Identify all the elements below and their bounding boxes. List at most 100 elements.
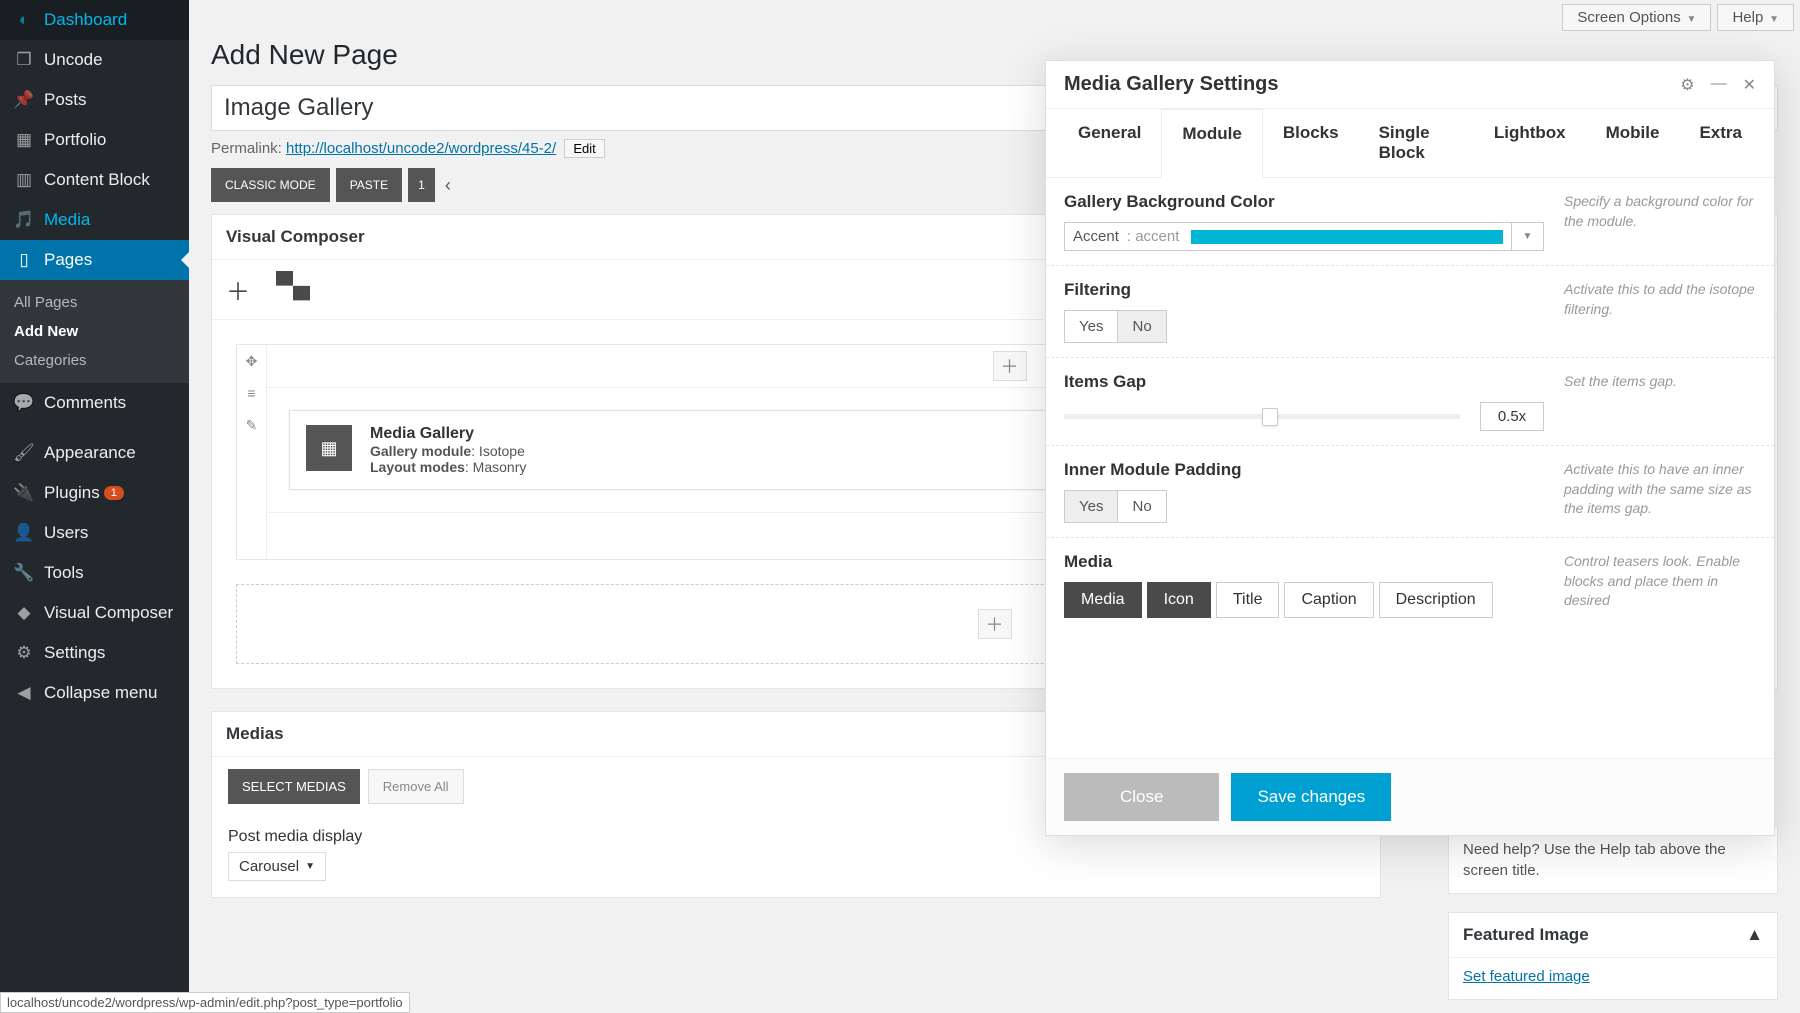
tab-lightbox[interactable]: Lightbox — [1474, 109, 1586, 177]
tab-mobile[interactable]: Mobile — [1586, 109, 1680, 177]
one-button[interactable]: 1 — [408, 168, 435, 202]
grid-block-icon: ▦ — [306, 425, 352, 471]
help-button[interactable]: Help — [1717, 4, 1794, 31]
add-element-icon[interactable]: ＋ — [226, 272, 250, 307]
sidebar-item-visualcomposer[interactable]: ◆Visual Composer — [0, 593, 189, 633]
padding-no[interactable]: No — [1117, 490, 1166, 523]
slider-thumb[interactable] — [1262, 408, 1278, 426]
tab-single-block[interactable]: Single Block — [1359, 109, 1474, 177]
sidebar-item-plugins[interactable]: 🔌Plugins1 — [0, 473, 189, 513]
vc-row-controls: ✥ ≡ ✎ — [237, 345, 267, 559]
vc-icon: ◆ — [14, 603, 34, 623]
sidebar-item-uncode[interactable]: ❒Uncode — [0, 40, 189, 80]
classic-mode-button[interactable]: CLASSIC MODE — [211, 168, 330, 202]
add-row-button[interactable]: ＋ — [978, 609, 1012, 639]
select-medias-button[interactable]: SELECT MEDIAS — [228, 769, 360, 804]
sidebar-item-settings[interactable]: ⚙Settings — [0, 633, 189, 673]
sidebar-item-pages[interactable]: ▯Pages — [0, 240, 189, 280]
layers-icon: ❒ — [14, 50, 34, 70]
pencil-icon[interactable]: ✎ — [237, 409, 266, 441]
modal-title: Media Gallery Settings — [1064, 73, 1279, 96]
add-column-button[interactable]: ＋ — [993, 351, 1027, 381]
permalink-edit-button[interactable]: Edit — [564, 139, 604, 158]
hamburger-icon[interactable]: ≡ — [237, 377, 266, 409]
tab-extra[interactable]: Extra — [1679, 109, 1762, 177]
gear-icon[interactable]: ⚙ — [1680, 75, 1694, 95]
modal-body: Gallery Background Color Accent: accent … — [1046, 178, 1774, 758]
comment-icon: 💬 — [14, 393, 34, 413]
blocks-icon: ▥ — [14, 170, 34, 190]
caret-up-icon: ▲ — [1746, 925, 1763, 945]
sidebar-submenu-pages: All Pages Add New Categories — [0, 280, 189, 383]
featured-image-header[interactable]: Featured Image▲ — [1449, 913, 1777, 958]
filtering-yes[interactable]: Yes — [1064, 310, 1118, 343]
setting-media: Media Media Icon Title Caption Descripti… — [1046, 538, 1774, 632]
minimize-icon[interactable]: — — [1711, 75, 1727, 95]
sidebar-item-comments[interactable]: 💬Comments — [0, 383, 189, 423]
wrench-icon: 🔧 — [14, 563, 34, 583]
media-help: Control teasers look. Enable blocks and … — [1564, 552, 1756, 611]
browser-status-bar: localhost/uncode2/wordpress/wp-admin/edi… — [0, 992, 410, 1013]
sidebar-item-dashboard[interactable]: ◐Dashboard — [0, 0, 189, 40]
sidebar-item-users[interactable]: 👤Users — [0, 513, 189, 553]
save-changes-button[interactable]: Save changes — [1231, 773, 1391, 821]
sidebar-sub-categories[interactable]: Categories — [0, 346, 189, 375]
sidebar-item-tools[interactable]: 🔧Tools — [0, 553, 189, 593]
setting-padding: Inner Module Padding Yes No Activate thi… — [1046, 446, 1774, 538]
tab-general[interactable]: General — [1058, 109, 1161, 177]
setting-bgcolor: Gallery Background Color Accent: accent … — [1046, 178, 1774, 266]
bgcolor-label: Gallery Background Color — [1064, 192, 1544, 212]
sidebar-sub-addnew[interactable]: Add New — [0, 317, 189, 346]
plugins-badge: 1 — [104, 486, 124, 500]
sidebar-item-collapse[interactable]: ◀Collapse menu — [0, 673, 189, 713]
help-hint-box: Need help? Use the Help tab above the sc… — [1448, 826, 1778, 894]
gauge-icon: ◐ — [14, 10, 34, 30]
chevron-down-icon[interactable]: ▼ — [1512, 222, 1544, 251]
top-toolbar: Screen Options Help — [189, 0, 1800, 35]
admin-sidebar: ◐Dashboard ❒Uncode 📌Posts ▦Portfolio ▥Co… — [0, 0, 189, 1013]
paste-button[interactable]: PASTE — [336, 168, 402, 202]
featured-image-box: Featured Image▲ Set featured image — [1448, 912, 1778, 1000]
gap-slider[interactable] — [1064, 414, 1460, 419]
block-body: Media Gallery Gallery module: Isotope La… — [370, 425, 526, 475]
permalink-label: Permalink: — [211, 140, 282, 157]
user-icon: 👤 — [14, 523, 34, 543]
remove-all-button[interactable]: Remove All — [368, 769, 464, 804]
templates-icon[interactable]: ▀▄ — [276, 272, 310, 307]
pin-icon: 📌 — [14, 90, 34, 110]
sidebar-item-posts[interactable]: 📌Posts — [0, 80, 189, 120]
filtering-no[interactable]: No — [1117, 310, 1166, 343]
screen-options-button[interactable]: Screen Options — [1562, 4, 1711, 31]
media-icon: 🎵 — [14, 210, 34, 230]
teaser-media[interactable]: Media — [1064, 582, 1142, 618]
move-icon[interactable]: ✥ — [237, 345, 266, 377]
padding-label: Inner Module Padding — [1064, 460, 1544, 480]
accent-color-picker[interactable]: Accent: accent ▼ — [1064, 222, 1544, 251]
color-swatch — [1191, 230, 1503, 244]
tab-module[interactable]: Module — [1161, 109, 1263, 178]
filtering-help: Activate this to add the isotope filteri… — [1564, 280, 1756, 319]
grid-icon: ▦ — [14, 130, 34, 150]
tab-blocks[interactable]: Blocks — [1263, 109, 1359, 177]
post-media-display-select[interactable]: Carousel▼ — [228, 852, 326, 881]
teaser-description[interactable]: Description — [1379, 582, 1493, 618]
teaser-caption[interactable]: Caption — [1284, 582, 1373, 618]
close-icon[interactable]: ✕ — [1743, 75, 1756, 95]
set-featured-image-link[interactable]: Set featured image — [1463, 968, 1590, 985]
permalink-url[interactable]: http://localhost/uncode2/wordpress/45-2/ — [286, 140, 556, 157]
padding-yes[interactable]: Yes — [1064, 490, 1118, 523]
gap-value[interactable]: 0.5x — [1480, 402, 1544, 431]
sidebar-sub-allpages[interactable]: All Pages — [0, 288, 189, 317]
active-arrow-icon — [173, 252, 189, 268]
plug-icon: 🔌 — [14, 483, 34, 503]
teaser-title[interactable]: Title — [1216, 582, 1280, 618]
bgcolor-help: Specify a background color for the modul… — [1564, 192, 1756, 231]
sidebar-item-portfolio[interactable]: ▦Portfolio — [0, 120, 189, 160]
sidebar-item-appearance[interactable]: 🖌Appearance — [0, 433, 189, 473]
teaser-icon[interactable]: Icon — [1147, 582, 1211, 618]
chevron-left-icon[interactable]: ‹ — [441, 175, 455, 196]
sidebar-item-contentblock[interactable]: ▥Content Block — [0, 160, 189, 200]
close-button[interactable]: Close — [1064, 773, 1219, 821]
brush-icon: 🖌 — [14, 443, 34, 463]
sidebar-item-media[interactable]: 🎵Media — [0, 200, 189, 240]
